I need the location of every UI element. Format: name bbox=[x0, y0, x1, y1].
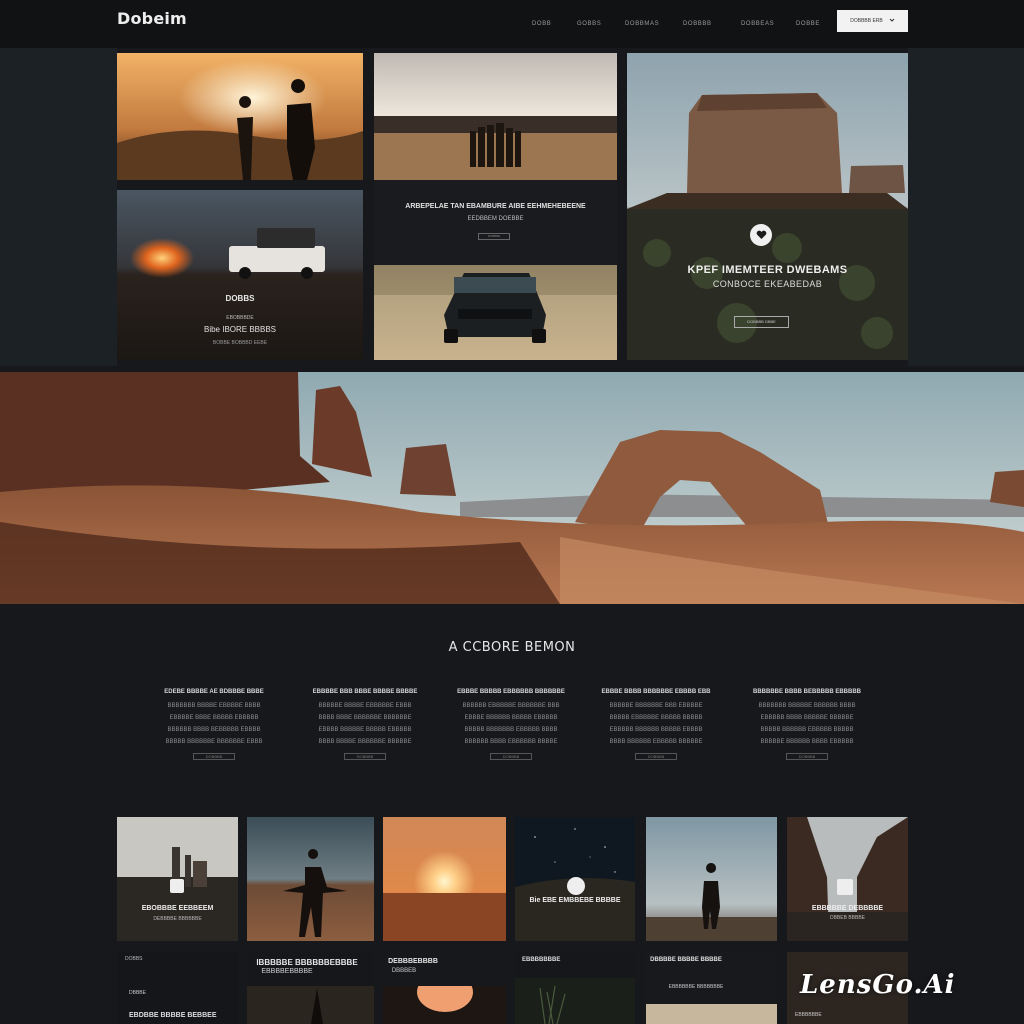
feature-3-button[interactable]: DOBBBB bbox=[490, 753, 532, 760]
feature-4-line: BBBB BBBBBB EBBBBB BBBBBE bbox=[609, 739, 703, 745]
feature-2-button[interactable]: DOBBBB bbox=[344, 753, 386, 760]
photo-suv-road[interactable] bbox=[374, 265, 617, 360]
photo-truck-fire[interactable]: DOBBS EBOBBBDE Bibe IBORE BBBBS BOBBE BO… bbox=[117, 190, 363, 360]
gallery-card-sunset[interactable] bbox=[383, 817, 506, 941]
gallery-row2-card-3[interactable]: DEBBBEBBBB DBBBEB bbox=[383, 952, 506, 1024]
feature-1-heading: EDEBE BBBBE AE BDBBBE BBBE bbox=[164, 689, 264, 695]
feature-1-line: BBBBBBB BBBBE EBBBBE BBBB bbox=[167, 703, 261, 709]
watermark-logo: LensGo.Ai bbox=[800, 970, 956, 1000]
camera-icon bbox=[170, 879, 184, 893]
gallery-6-sub: DBBEB BBBBE bbox=[829, 915, 865, 921]
feature-1-line: BBBBB BBBBBBE BBBBBBE EBBB bbox=[165, 739, 263, 745]
feature-5-heading: BBBBBBE BBBB BEBBBBB EBBBBB bbox=[753, 689, 861, 695]
feature-4-heading: EBBBE BBBB BBBBBBE EBBBB EBB bbox=[601, 689, 711, 695]
feature-5-button[interactable]: DOBBBB bbox=[786, 753, 828, 760]
feature-5-line: BBBBBBB BBBBBE BBBBBB BBBB bbox=[758, 703, 856, 709]
feature-column-1: EDEBE BBBBE AE BDBBBE BBBE BBBBBBB BBBBE… bbox=[159, 689, 269, 760]
gallery-row2-card-4[interactable]: EBBBBBBBE bbox=[515, 952, 635, 1024]
gallery-row2-card-1[interactable]: DOBBS DBBBE EBDBBE BBBBE BEBBEE bbox=[117, 952, 238, 1024]
gallery-r2-4-label: EBBBBBBBE bbox=[522, 957, 561, 963]
gallery-r2-6-label: EBBBBBBE bbox=[795, 1012, 822, 1018]
gallery-r2-1-sub: DBBBE bbox=[129, 990, 146, 996]
gallery-row2-card-5[interactable]: DBBBBE BBBBE BBBBE EBBBBBBE BBBBBBBE bbox=[646, 952, 777, 1024]
photo-silhouettes-sunset[interactable] bbox=[117, 53, 363, 180]
feature-2-heading: EBBBBE BBB BBBE BBBBE BBBBE bbox=[312, 689, 418, 695]
feature-5-line: BBBBBE BBBBBB BBBB EBBBBB bbox=[760, 739, 854, 745]
feature-4-button[interactable]: DOBBBB bbox=[635, 753, 677, 760]
gallery-1-label: EBOBBBE EEBBEEM bbox=[141, 905, 214, 912]
gallery-card-hiker[interactable] bbox=[646, 817, 777, 941]
gallery-r2-5-image bbox=[646, 1004, 777, 1024]
nav-item-2[interactable]: GOBBS bbox=[577, 21, 601, 27]
gallery-6-label: EBBBBBE DEBBBBE bbox=[811, 905, 884, 912]
gallery-r2-2-sub: EBBBBEBBBBE bbox=[261, 968, 313, 975]
nav-item-6[interactable]: DOBBE bbox=[796, 21, 820, 27]
gallery-row2-card-2[interactable]: IBBBBBE BBBBBBEBBBE EBBBBEBBBBE bbox=[247, 952, 374, 1024]
feature-3-heading: EBBBE BBBBB EBBBBBB BBBBBBE bbox=[457, 689, 565, 695]
gallery-card-ruins[interactable]: EBOBBBE EEBBEEM DEBBBBE BBBBBBE bbox=[117, 817, 238, 941]
panorama-desert-arch bbox=[0, 372, 1024, 604]
photo-desert-butte[interactable] bbox=[627, 53, 908, 360]
feature-column-5: BBBBBBE BBBB BEBBBBB EBBBBB BBBBBBB BBBB… bbox=[752, 689, 862, 760]
middle-card-subtitle: EEDBBEM DOEBBE bbox=[467, 216, 524, 222]
right-card-subtitle: CONBOCE EKEABEDAB bbox=[712, 279, 823, 289]
right-side-panel bbox=[908, 48, 1024, 366]
nav-cta-label: DOBBBB ERB bbox=[850, 18, 883, 24]
heart-icon[interactable] bbox=[750, 224, 772, 246]
camera-icon bbox=[837, 879, 853, 895]
feature-2-line: BBBBBE BBBBE EBBBBBE EBBB bbox=[318, 703, 412, 709]
feature-column-2: EBBBBE BBB BBBE BBBBE BBBBE BBBBBE BBBBE… bbox=[310, 689, 420, 760]
gallery-card-canyon[interactable]: EBBBBBE DEBBBBE DBBEB BBBBE bbox=[787, 817, 908, 941]
left-side-panel bbox=[0, 48, 117, 366]
gallery-r2-5-sub: EBBBBBBE BBBBBBBE bbox=[668, 984, 724, 990]
nav-cta-button[interactable]: DOBBBB ERB bbox=[837, 10, 908, 32]
nav-item-5[interactable]: DOBBEAS bbox=[741, 21, 774, 27]
feature-2-line: BBBB BBBE BBBBBBE BBBBBBE bbox=[318, 715, 412, 721]
middle-text-card: ARBEPELAE TAN EBAMBURE AIBE EEHMEHEBEENE… bbox=[374, 180, 617, 265]
features-title: A CCBORE BEMON bbox=[448, 640, 576, 655]
feature-5-line: EBBBBB BBBB BBBBBE BBBBBE bbox=[760, 715, 854, 721]
gallery-card-wanderer[interactable] bbox=[247, 817, 374, 941]
right-card-title: KPEF IMEMTEER DWEBAMS bbox=[687, 264, 848, 276]
left-card-line1: EBOBBBDE bbox=[226, 315, 254, 321]
feature-3-line: BBBBBB EBBBBBE BBBBBBE BBB bbox=[462, 703, 560, 709]
nav-item-3[interactable]: DOBBMAS bbox=[625, 21, 659, 27]
feature-3-line: EBBBE BBBBBB BBBBB EBBBBB bbox=[464, 715, 558, 721]
gallery-r2-3-sub: DBBBEB bbox=[391, 968, 417, 974]
feature-4-line: BBBBBE BBBBBBE BBB EBBBBE bbox=[609, 703, 703, 709]
gallery-r2-1-label: DOBBS bbox=[125, 956, 143, 962]
camera-icon bbox=[567, 877, 585, 895]
feature-1-line: EBBBBE BBBE BBBBB EBBBBB bbox=[169, 715, 259, 721]
feature-5-line: BBBBB BBBBBB EBBBBB BBBBB bbox=[760, 727, 854, 733]
feature-column-4: EBBBE BBBB BBBBBBE EBBBB EBB BBBBBE BBBB… bbox=[601, 689, 711, 760]
feature-3-line: BBBBBB BBBB EBBBBBB BBBBE bbox=[464, 739, 558, 745]
feature-1-line: BBBBBB BBBB BEBBBBB EBBBB bbox=[167, 727, 261, 733]
photo-group-desert[interactable] bbox=[374, 53, 617, 180]
brand-logo[interactable]: Dobeim bbox=[117, 9, 187, 28]
chevron-icon bbox=[889, 17, 895, 25]
left-card-line3: BOBBE BOBBBD EEBE bbox=[212, 340, 268, 346]
left-card-title: DOBBS bbox=[225, 294, 255, 303]
gallery-4-label: Bie EBE EMBBEBE BBBBE bbox=[529, 897, 621, 904]
gallery-1-sub: DEBBBBE BBBBBBE bbox=[153, 916, 202, 922]
nav-item-4[interactable]: DOBBBB bbox=[683, 21, 712, 27]
gallery-r2-2-label: IBBBBBE BBBBBBEBBBE bbox=[256, 958, 358, 967]
gallery-card-night-sky[interactable]: Bie EBE EMBBEBE BBBBE bbox=[515, 817, 635, 941]
right-card-button[interactable]: DOBBBB DBBE bbox=[734, 316, 789, 328]
gallery-r2-1-foot: EBDBBE BBBBE BEBBEE bbox=[129, 1012, 217, 1019]
feature-2-line: BBBB BBBBE BBBBBBE BBBBBE bbox=[318, 739, 412, 745]
gallery-r2-5-label: DBBBBE BBBBE BBBBE bbox=[650, 957, 722, 963]
top-nav-bar: Dobeim DOBB GOBBS DOBBMAS DOBBBB DOBBEAS… bbox=[0, 0, 1024, 48]
nav-item-1[interactable]: DOBB bbox=[532, 21, 551, 27]
feature-4-line: BBBBB EBBBBBE BBBBB BBBBB bbox=[609, 715, 703, 721]
middle-card-title: ARBEPELAE TAN EBAMBURE AIBE EEHMEHEBEENE bbox=[405, 203, 586, 210]
feature-4-line: EBBBBB BBBBBB BBBBB EBBBB bbox=[609, 727, 703, 733]
left-card-line2: Bibe IBORE BBBBS bbox=[203, 325, 277, 334]
feature-2-line: EBBBB BBBBBE BBBBB EBBBBB bbox=[318, 727, 412, 733]
gallery-r2-3-label: DEBBBEBBBB bbox=[388, 958, 438, 965]
feature-column-3: EBBBE BBBBB EBBBBBB BBBBBBE BBBBBB EBBBB… bbox=[456, 689, 566, 760]
feature-3-line: BBBBB BBBBBBB EBBBBB BBBB bbox=[464, 727, 558, 733]
middle-card-button[interactable]: DOBBBE bbox=[478, 233, 510, 240]
feature-1-button[interactable]: DOBBBB bbox=[193, 753, 235, 760]
